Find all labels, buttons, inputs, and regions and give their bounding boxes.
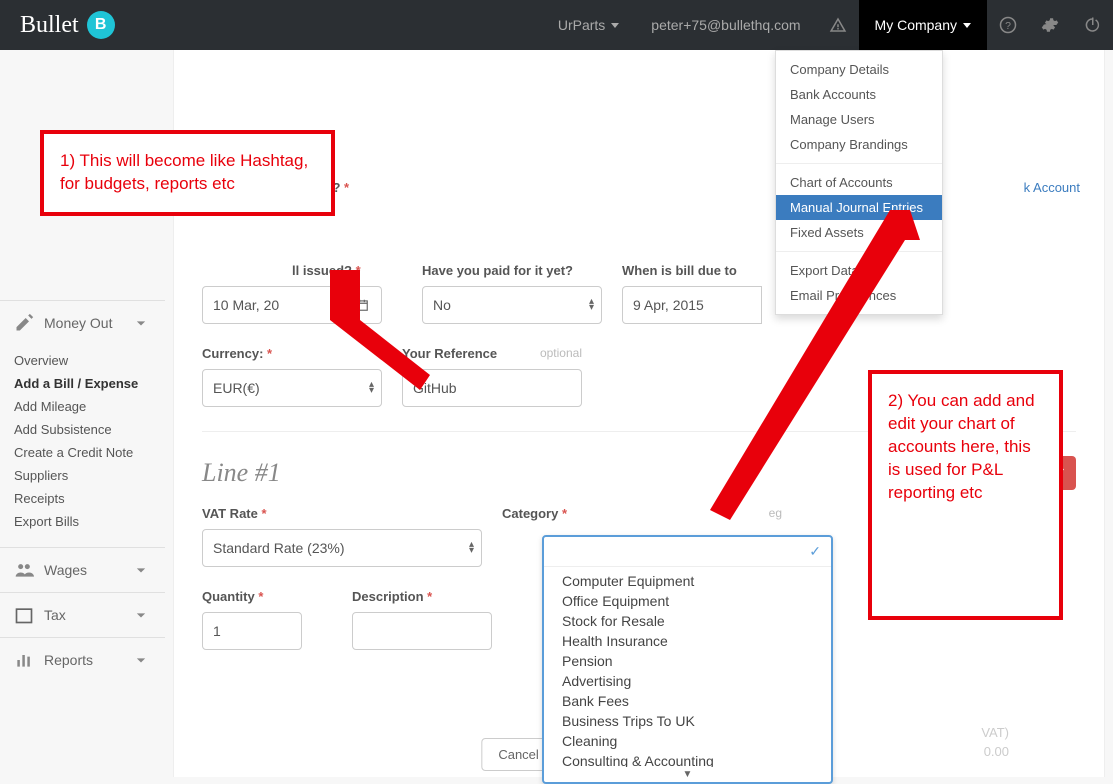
bill-issued-input[interactable] bbox=[202, 286, 342, 324]
email-label: peter+75@bullethq.com bbox=[651, 17, 800, 33]
chevron-down-icon bbox=[131, 560, 151, 580]
my-company-label: My Company bbox=[875, 17, 957, 33]
scroll-down-icon[interactable]: ▼ bbox=[544, 767, 831, 782]
logo[interactable]: Bullet B bbox=[0, 11, 135, 39]
dd-company-details[interactable]: Company Details bbox=[776, 57, 942, 82]
annotation-2: 2) You can add and edit your chart of ac… bbox=[868, 370, 1063, 620]
edit-icon bbox=[14, 313, 34, 333]
annotation-1: 1) This will become like Hashtag, for bu… bbox=[40, 130, 335, 216]
dd-chart-accounts[interactable]: Chart of Accounts bbox=[776, 170, 942, 195]
desc-input[interactable] bbox=[352, 612, 492, 650]
chevron-down-icon bbox=[611, 23, 619, 28]
chevron-down-icon bbox=[131, 605, 151, 625]
nav-receipts[interactable]: Receipts bbox=[14, 487, 165, 510]
nav-add-mileage[interactable]: Add Mileage bbox=[14, 395, 165, 418]
urparts-menu[interactable]: UrParts bbox=[542, 0, 635, 50]
category-option[interactable]: Consulting & Accounting bbox=[544, 751, 831, 767]
category-option[interactable]: Computer Equipment bbox=[544, 571, 831, 591]
category-option[interactable]: Office Equipment bbox=[544, 591, 831, 611]
logo-text: Bullet bbox=[20, 12, 79, 39]
nav-suppliers[interactable]: Suppliers bbox=[14, 464, 165, 487]
urparts-label: UrParts bbox=[558, 17, 605, 33]
category-option[interactable]: Pension bbox=[544, 651, 831, 671]
sidebar-wages-label: Wages bbox=[44, 562, 87, 578]
sidebar-tax[interactable]: Tax bbox=[0, 593, 165, 637]
power-icon[interactable] bbox=[1071, 0, 1113, 50]
qty-input[interactable] bbox=[202, 612, 302, 650]
category-dropdown[interactable]: ✓ Computer EquipmentOffice EquipmentStoc… bbox=[542, 535, 833, 784]
category-option[interactable]: Cleaning bbox=[544, 731, 831, 751]
nav-overview[interactable]: Overview bbox=[14, 349, 165, 372]
desc-label: Description * bbox=[352, 589, 522, 604]
logo-badge: B bbox=[87, 11, 115, 39]
category-option[interactable]: Health Insurance bbox=[544, 631, 831, 651]
who-from-label: it from? * bbox=[292, 180, 672, 195]
sidebar-money-out[interactable]: Money Out bbox=[0, 301, 165, 345]
category-selected[interactable]: ✓ bbox=[544, 537, 831, 567]
top-nav: Bullet B UrParts peter+75@bullethq.com M… bbox=[0, 0, 1113, 50]
calendar-icon bbox=[14, 605, 34, 625]
category-option[interactable]: Business Trips To UK bbox=[544, 711, 831, 731]
qty-label: Quantity * bbox=[202, 589, 332, 604]
sidebar-wages[interactable]: Wages bbox=[0, 548, 165, 592]
sidebar-reports[interactable]: Reports bbox=[0, 638, 165, 682]
gear-icon[interactable] bbox=[1029, 0, 1071, 50]
vat-select[interactable] bbox=[202, 529, 482, 567]
my-company-menu[interactable]: My Company bbox=[859, 0, 987, 50]
annotation-arrow-1 bbox=[330, 270, 450, 400]
sidebar-reports-label: Reports bbox=[44, 652, 93, 668]
line-title: Line #1 bbox=[202, 458, 281, 488]
category-option[interactable]: Stock for Resale bbox=[544, 611, 831, 631]
chevron-down-icon bbox=[131, 313, 151, 333]
alert-icon[interactable] bbox=[817, 0, 859, 50]
category-option[interactable]: Advertising bbox=[544, 671, 831, 691]
help-icon[interactable]: ? bbox=[987, 0, 1029, 50]
bank-account-link[interactable]: k Account bbox=[1024, 180, 1080, 195]
category-option[interactable]: Bank Fees bbox=[544, 691, 831, 711]
nav-export-bills[interactable]: Export Bills bbox=[14, 510, 165, 533]
chevron-down-icon bbox=[963, 23, 971, 28]
chart-icon bbox=[14, 650, 34, 670]
sidebar-tax-label: Tax bbox=[44, 607, 66, 623]
chevron-down-icon bbox=[131, 650, 151, 670]
nav-create-credit[interactable]: Create a Credit Note bbox=[14, 441, 165, 464]
dd-manage-users[interactable]: Manage Users bbox=[776, 107, 942, 132]
user-email[interactable]: peter+75@bullethq.com bbox=[635, 0, 816, 50]
nav-add-subsistence[interactable]: Add Subsistence bbox=[14, 418, 165, 441]
sidebar-money-out-label: Money Out bbox=[44, 315, 112, 331]
dd-bank-accounts[interactable]: Bank Accounts bbox=[776, 82, 942, 107]
people-icon bbox=[14, 560, 34, 580]
svg-text:?: ? bbox=[1005, 20, 1011, 32]
vat-label: VAT Rate * bbox=[202, 506, 482, 521]
dd-company-brandings[interactable]: Company Brandings bbox=[776, 132, 942, 157]
nav-add-bill[interactable]: Add a Bill / Expense bbox=[14, 372, 165, 395]
